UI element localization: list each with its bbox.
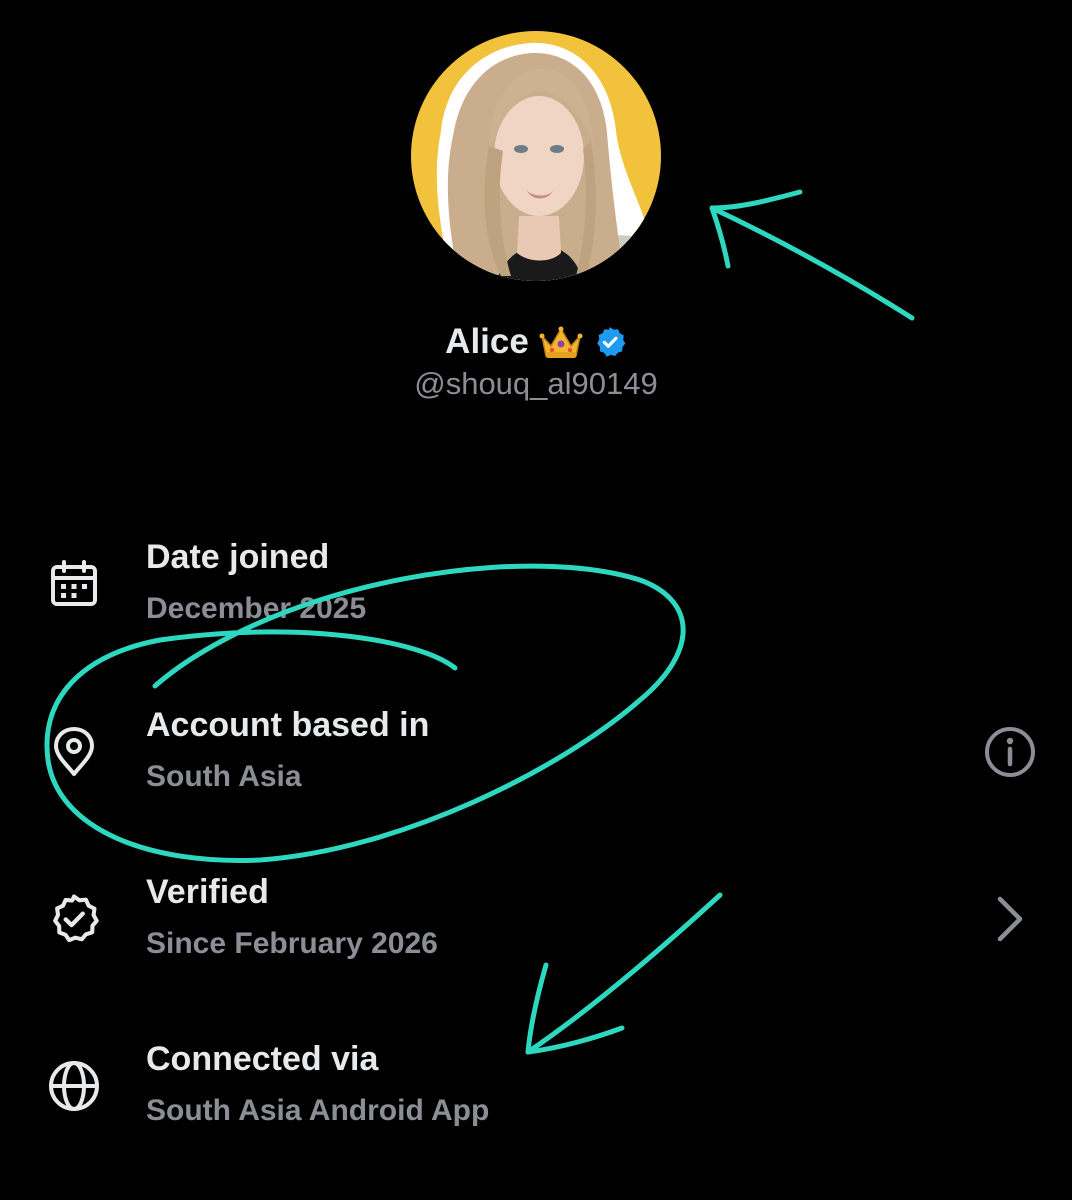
row-value: South Asia Android App — [146, 1094, 490, 1127]
row-value: South Asia — [146, 760, 302, 793]
crown-icon — [539, 324, 583, 360]
row-title: Connected via — [146, 1040, 379, 1078]
about-row-verified[interactable]: Verified Since February 2026 — [0, 865, 1072, 985]
location-pin-icon — [46, 724, 102, 780]
about-row-connected-via: Connected via South Asia Android App — [0, 1032, 1072, 1152]
verified-check-icon[interactable] — [593, 325, 627, 359]
avatar-image — [411, 31, 661, 281]
about-row-date-joined: Date joined December 2025 — [0, 530, 1072, 650]
annotation-arrowhead-avatar — [709, 189, 803, 269]
row-title: Date joined — [146, 538, 330, 576]
profile-handle: @shouq_al90149 — [414, 366, 658, 401]
row-value: December 2025 — [146, 592, 367, 625]
about-row-account-based-in: Account based in South Asia — [0, 698, 1072, 818]
profile-name: Alice — [445, 322, 529, 361]
chevron-right-icon[interactable] — [982, 891, 1038, 947]
globe-icon — [46, 1058, 102, 1114]
annotation-arrow-avatar — [709, 205, 915, 321]
verified-badge-icon — [46, 891, 102, 947]
profile-name-row: Alice — [0, 322, 1072, 362]
row-value: Since February 2026 — [146, 927, 438, 960]
info-icon[interactable] — [982, 724, 1038, 780]
profile-avatar[interactable] — [411, 31, 661, 281]
row-title: Account based in — [146, 706, 430, 744]
calendar-icon — [46, 556, 102, 612]
row-title: Verified — [146, 873, 269, 911]
